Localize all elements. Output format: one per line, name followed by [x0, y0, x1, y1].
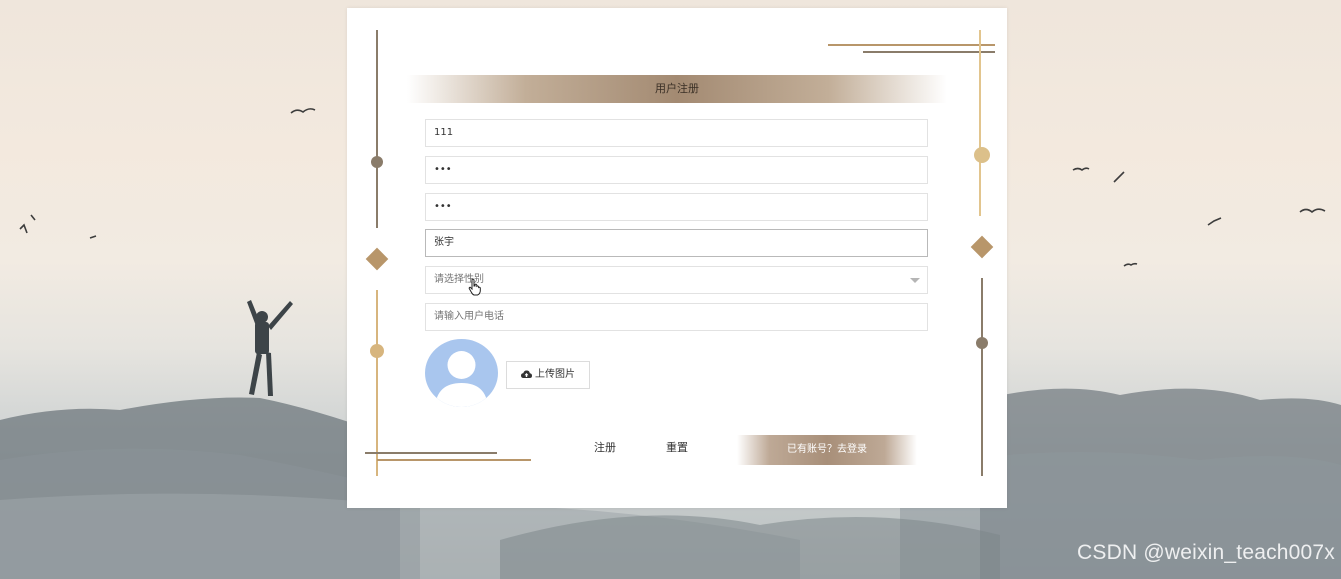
upload-button-label: 上传图片: [535, 369, 575, 380]
account-input[interactable]: 111: [425, 119, 928, 147]
confirm-password-input[interactable]: •••: [425, 193, 928, 221]
reset-button[interactable]: 重置: [666, 440, 688, 456]
avatar: [425, 339, 498, 407]
go-to-login-link[interactable]: 已有账号？去登录: [737, 435, 917, 465]
name-input[interactable]: 张宇: [425, 229, 928, 257]
phone-input[interactable]: 请输入用户电话: [425, 303, 928, 331]
chevron-down-icon: [910, 278, 920, 283]
register-button[interactable]: 注册: [594, 440, 616, 456]
hand-pointer-icon: [468, 278, 481, 296]
register-card: 用户注册 111 ••• ••• 张宇 请选择性别 请输入用户电话 上传图片 注…: [347, 8, 1007, 508]
form-title: 用户注册: [407, 75, 947, 103]
user-icon: [435, 351, 488, 407]
upload-image-button[interactable]: 上传图片: [506, 361, 590, 389]
gender-select[interactable]: 请选择性别: [425, 266, 928, 294]
watermark: CSDN @weixin_teach007x: [1077, 541, 1335, 564]
password-input[interactable]: •••: [425, 156, 928, 184]
cloud-upload-icon: [521, 370, 532, 378]
